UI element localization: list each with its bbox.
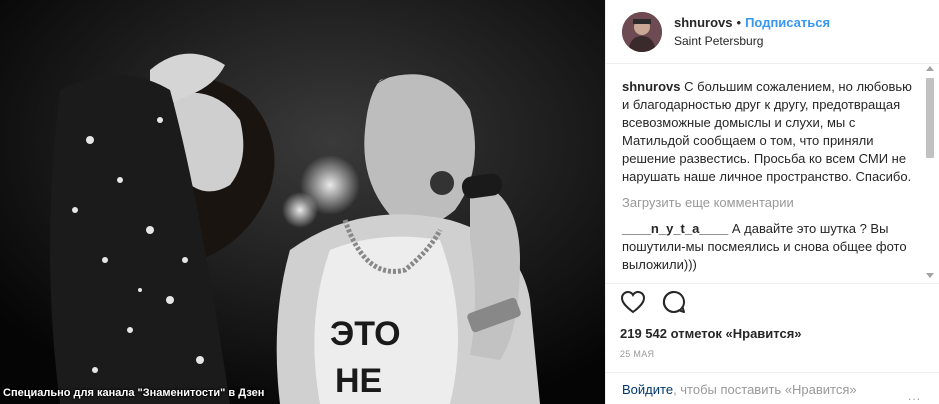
caption: shnurovs С большим сожалением, но любовь…: [622, 78, 916, 186]
follow-button[interactable]: Подписаться: [745, 15, 830, 30]
watermark-caption: Специально для канала "Знаменитости" в Д…: [3, 387, 265, 399]
post-date[interactable]: 25 МАЯ: [620, 349, 924, 359]
post-header: shnurovs • Подписаться Saint Petersburg: [606, 0, 939, 64]
scroll-up-arrow-icon[interactable]: [926, 66, 934, 71]
caption-username[interactable]: shnurovs: [622, 79, 681, 94]
caption-text: С большим сожалением, но любовью и благо…: [622, 79, 912, 184]
shirt-text-line2: НЕ: [335, 362, 382, 400]
post-side-panel: shnurovs • Подписаться Saint Petersburg sh…: [605, 0, 939, 404]
post-actions: 219 542 отметок «Нравится» 25 МАЯ: [606, 283, 939, 359]
comments-scrollbar[interactable]: [925, 66, 935, 278]
login-prompt-text: , чтобы поставить «Нравится»: [673, 382, 857, 397]
header-separator: •: [736, 15, 742, 30]
more-options-icon[interactable]: ...: [908, 389, 921, 403]
heart-icon[interactable]: [620, 290, 646, 319]
comments-list[interactable]: shnurovs С большим сожалением, но любовь…: [606, 64, 939, 282]
location-link[interactable]: Saint Petersburg: [674, 34, 830, 48]
scroll-down-arrow-icon[interactable]: [926, 273, 934, 278]
avatar-image: [622, 11, 662, 52]
load-more-comments-button[interactable]: Загрузить еще комментарии: [622, 194, 916, 212]
avatar[interactable]: [622, 11, 662, 52]
comment-username[interactable]: ____n_y_t_a____: [622, 221, 728, 236]
likes-count[interactable]: 219 542 отметок «Нравится»: [620, 326, 924, 341]
shirt-text-line1: ЭТО: [330, 315, 401, 353]
speech-bubble-icon[interactable]: [662, 290, 686, 319]
login-prompt: Войдите, чтобы поставить «Нравится»: [606, 372, 939, 404]
concert-photo-image: ЭТО НЕ: [0, 0, 605, 404]
comment-item: ____n_y_t_a____ А давайте это шутка ? Вы…: [622, 220, 916, 274]
header-username[interactable]: shnurovs: [674, 15, 733, 30]
post-photo[interactable]: ЭТО НЕ Специально для канала "Знаменитос…: [0, 0, 605, 404]
scrollbar-thumb[interactable]: [926, 78, 934, 158]
login-link[interactable]: Войдите: [622, 382, 673, 397]
